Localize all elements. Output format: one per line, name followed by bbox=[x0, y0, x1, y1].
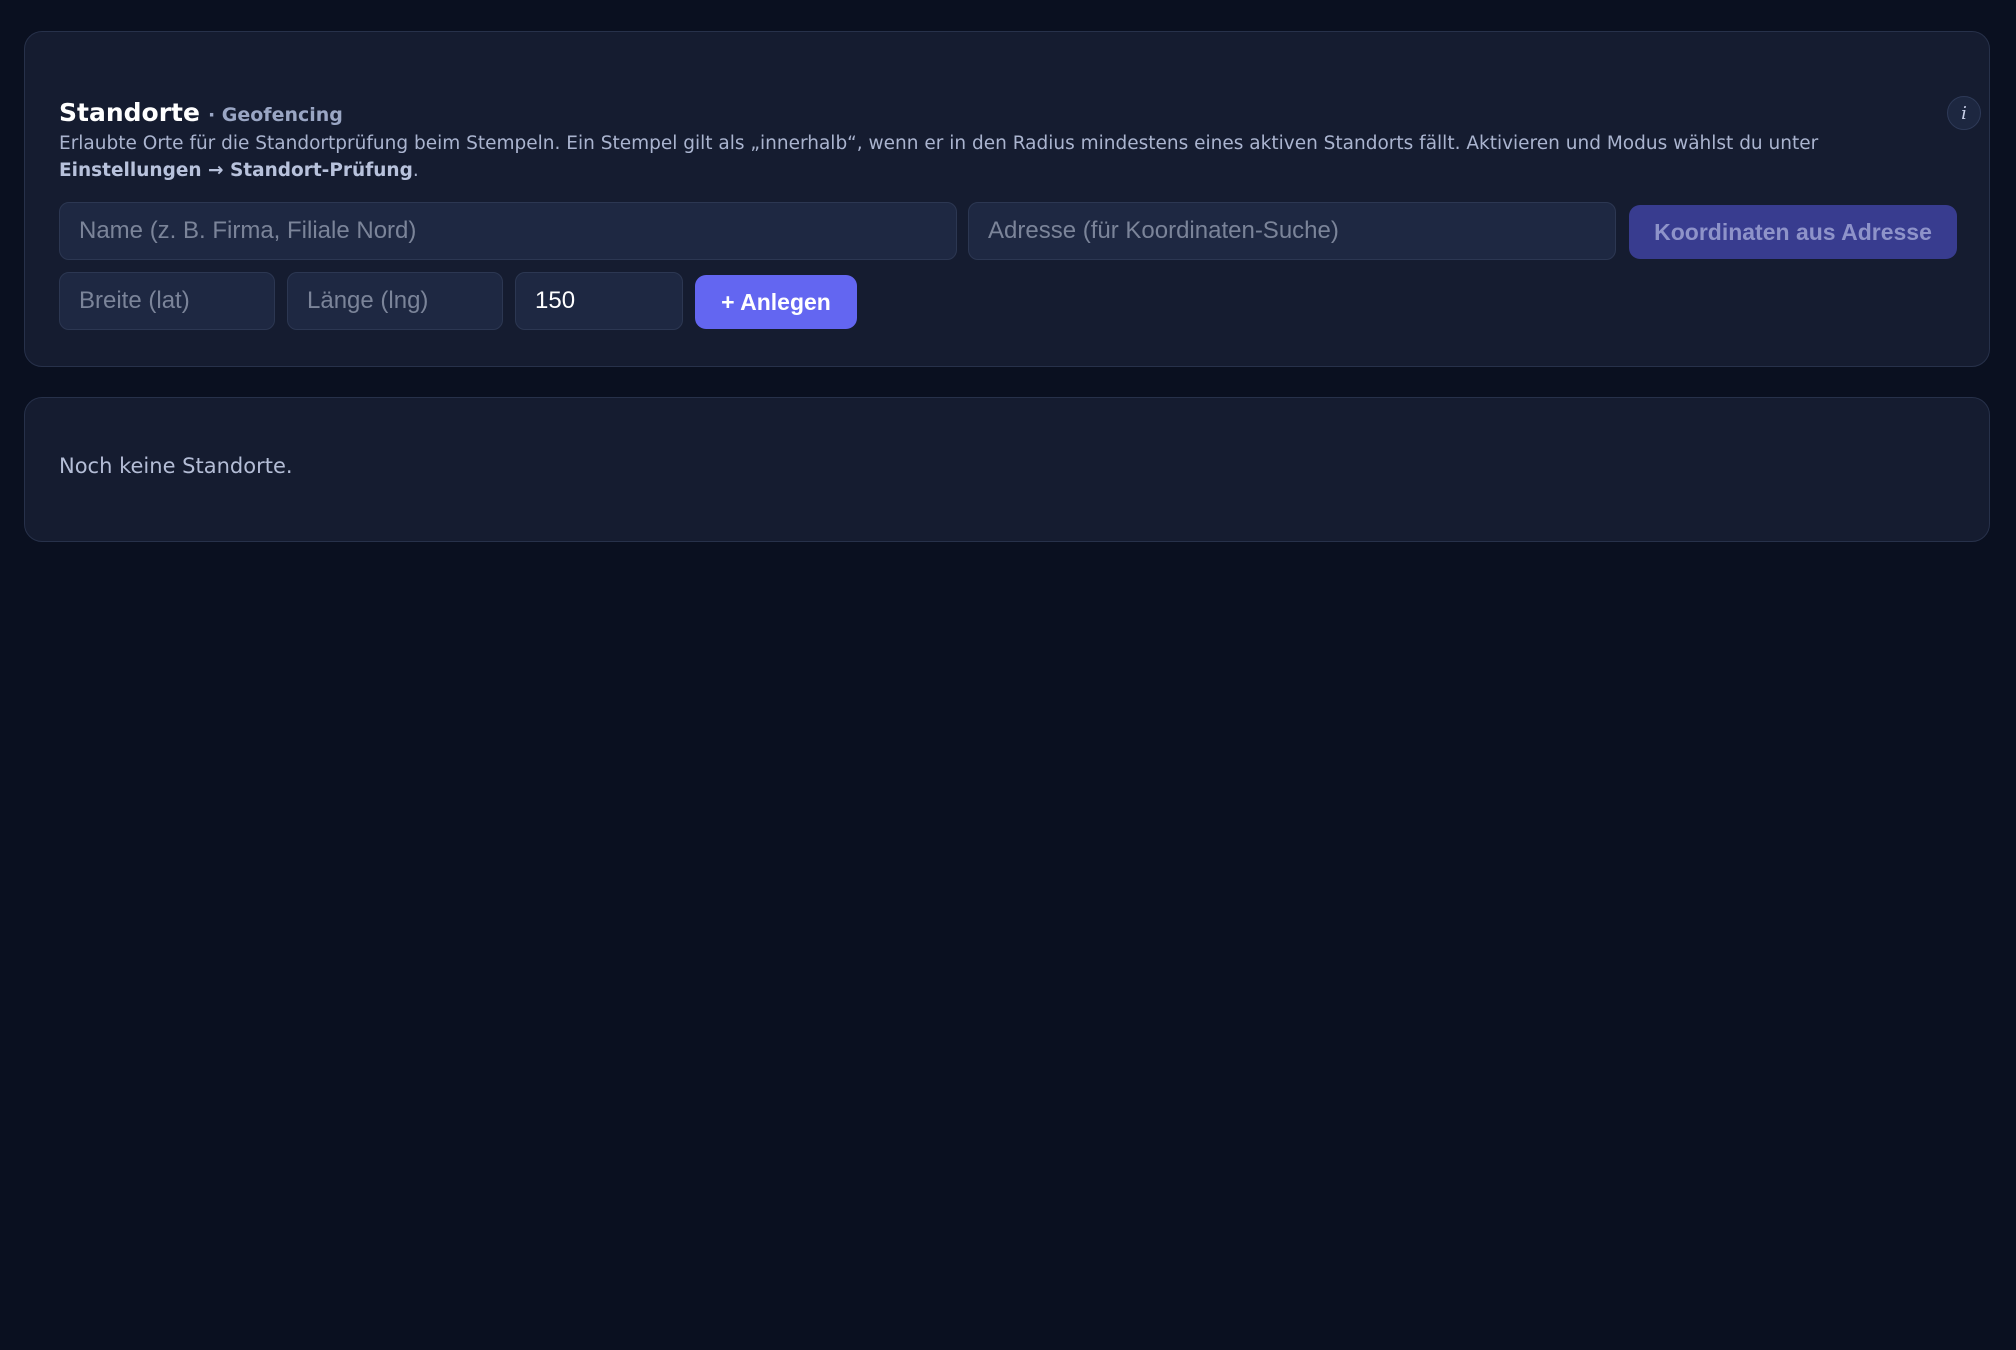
description-text: Erlaubte Orte für die Standortprüfung be… bbox=[59, 130, 1959, 184]
location-check-link-text: Standort-Prüfung bbox=[229, 160, 413, 181]
name-input[interactable] bbox=[59, 202, 957, 260]
locations-list-card: Noch keine Standorte. bbox=[24, 397, 1990, 542]
latitude-input[interactable] bbox=[59, 272, 275, 330]
info-button[interactable]: i bbox=[1947, 96, 1981, 130]
page-subtitle: · Geofencing bbox=[207, 104, 343, 126]
info-icon: i bbox=[1961, 102, 1967, 124]
locations-form-card: Standorte · Geofencing i Erlaubte Orte f… bbox=[24, 31, 1990, 367]
description-body: Erlaubte Orte für die Standortprüfung be… bbox=[59, 133, 1819, 154]
geocode-address-button[interactable]: Koordinaten aus Adresse bbox=[1629, 205, 1957, 259]
arrow-text: → bbox=[201, 160, 230, 181]
address-input[interactable] bbox=[968, 202, 1616, 260]
settings-link-text: Einstellungen bbox=[59, 160, 202, 181]
radius-input[interactable] bbox=[515, 272, 683, 330]
page-title: Standorte bbox=[59, 98, 200, 127]
add-location-button[interactable]: + Anlegen bbox=[695, 275, 857, 329]
empty-state-text: Noch keine Standorte. bbox=[59, 454, 293, 478]
longitude-input[interactable] bbox=[287, 272, 503, 330]
description-end: . bbox=[412, 160, 419, 181]
card-header: Standorte · Geofencing bbox=[59, 98, 343, 127]
